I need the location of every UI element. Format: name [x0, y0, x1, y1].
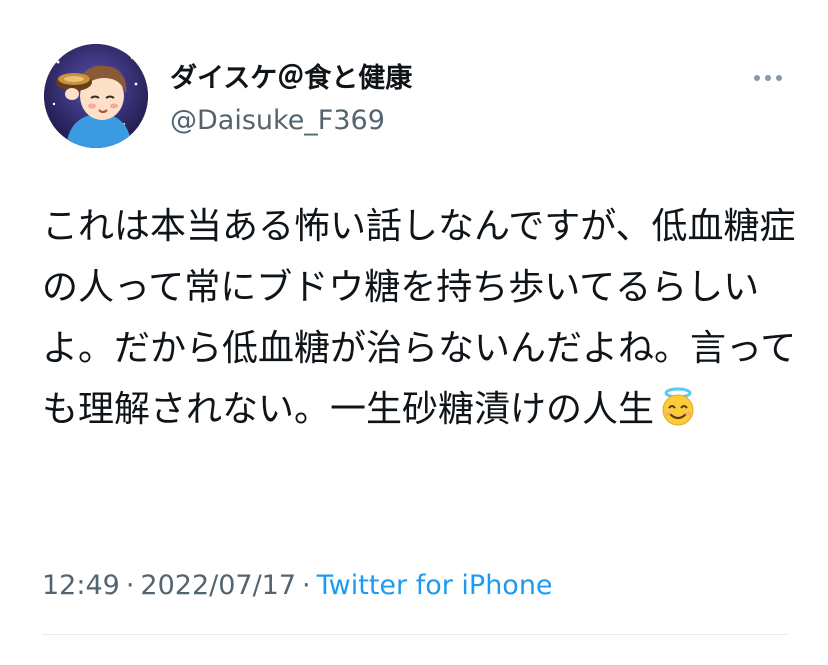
author-display-name[interactable]: ダイスケ＠食と健康 [170, 62, 412, 96]
tweet-time[interactable]: 12:49 [42, 570, 120, 601]
tweet-source-link[interactable]: Twitter for iPhone [317, 570, 553, 601]
more-dots-icon [754, 75, 782, 81]
tweet-card: ダイスケ＠食と健康 @Daisuke_F369 これは本当ある怖い話しなんですが… [0, 0, 828, 665]
tweet-text: これは本当ある怖い話しなんですが、低血糖症の人って常にブドウ糖を持ち歩いてるらし… [42, 196, 802, 446]
meta-separator: · [302, 570, 311, 601]
smiling-face-with-halo-icon [658, 385, 698, 446]
author-handle[interactable]: @Daisuke_F369 [170, 104, 385, 138]
avatar[interactable] [44, 44, 148, 148]
tweet-meta: 12:49 · 2022/07/17 · Twitter for iPhone [42, 569, 553, 603]
avatar-illustration [44, 44, 148, 148]
more-options-button[interactable] [748, 64, 788, 92]
divider [42, 634, 788, 635]
tweet-date[interactable]: 2022/07/17 [140, 570, 296, 601]
meta-separator: · [125, 570, 135, 601]
